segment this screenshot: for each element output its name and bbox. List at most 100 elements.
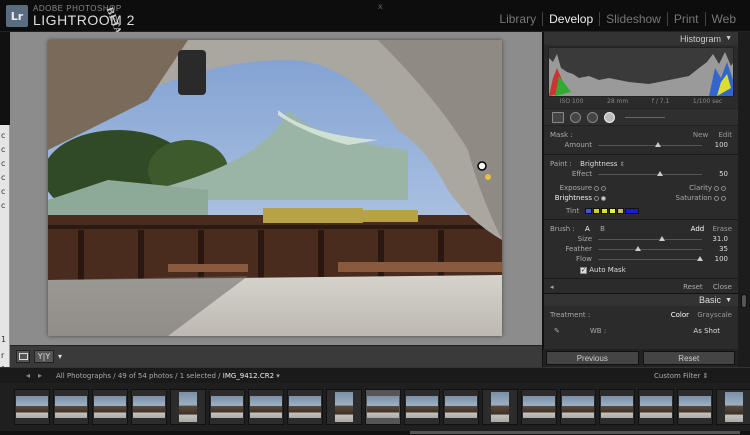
feather-slider[interactable] [598, 246, 702, 251]
crop-tool-icon[interactable] [552, 111, 564, 123]
saturation-minus-radio[interactable] [714, 195, 719, 201]
selected-filename: IMG_9412.CR2 [222, 372, 275, 380]
filmstrip-thumbnail[interactable] [716, 389, 750, 425]
filmstrip-thumbnail[interactable] [131, 389, 167, 425]
close-icon[interactable]: x [378, 2, 383, 11]
tint-swatch[interactable] [593, 208, 601, 214]
scrollbar-thumb[interactable] [741, 294, 747, 308]
panel-close-button[interactable]: Close [713, 283, 732, 291]
clarity-minus-radio[interactable] [714, 185, 719, 191]
tint-swatch[interactable] [601, 208, 609, 214]
photo-image [48, 40, 502, 336]
filter-select[interactable]: Custom Filter ⇕ [654, 372, 709, 380]
histogram-header[interactable]: Histogram ▼ [544, 32, 738, 45]
eyedropper-icon[interactable]: ✎ [554, 327, 560, 335]
photo-temple[interactable] [48, 40, 502, 336]
previous-button[interactable]: Previous [546, 351, 639, 365]
paint-mode-select[interactable]: Brightness [580, 160, 617, 168]
filmstrip-thumbnail[interactable] [482, 389, 518, 425]
source-path[interactable]: All Photographs / 49 of 54 photos / 1 se… [56, 372, 280, 380]
treatment-grayscale-button[interactable]: Grayscale [697, 311, 732, 319]
wb-select[interactable]: As Shot [693, 327, 720, 335]
main-image-view[interactable] [10, 32, 542, 345]
flow-value[interactable]: 100 [715, 255, 728, 263]
filmstrip-thumbnail[interactable] [677, 389, 713, 425]
amount-value[interactable]: 100 [715, 141, 728, 149]
paint-label: Paint : [550, 160, 572, 168]
brush-add-button[interactable]: Add [691, 225, 705, 233]
panel-scrollbar[interactable] [738, 32, 750, 367]
filmstrip-thumbnail[interactable] [248, 389, 284, 425]
reset-button[interactable]: Reset [642, 351, 735, 365]
amount-slider[interactable] [598, 142, 702, 147]
filmstrip-thumbnail[interactable] [638, 389, 674, 425]
filmstrip-thumbnail[interactable] [404, 389, 440, 425]
filmstrip-scroll-thumb[interactable] [410, 431, 740, 434]
tint-swatch[interactable] [609, 208, 617, 214]
filmstrip-thumbnail[interactable] [170, 389, 206, 425]
module-web[interactable]: Web [704, 12, 742, 26]
back-arrow-icon[interactable]: ◂ [26, 371, 30, 380]
filmstrip-thumbnail[interactable] [443, 389, 479, 425]
histogram-title: Histogram [680, 33, 722, 44]
compare-view-button[interactable]: Y|Y [34, 350, 54, 363]
module-develop[interactable]: Develop [542, 12, 599, 26]
amount-knob[interactable] [655, 142, 662, 147]
automask-checkbox[interactable]: ✓ [580, 266, 587, 274]
chevron-down-icon[interactable]: ▾ [56, 350, 64, 363]
spot-removal-icon[interactable] [570, 111, 581, 123]
filmstrip-thumbnail[interactable] [560, 389, 596, 425]
clarity-plus-radio[interactable] [721, 185, 726, 191]
saturation-plus-radio[interactable] [721, 195, 726, 201]
size-slider[interactable] [598, 236, 702, 241]
brush-a-button[interactable]: A [585, 225, 590, 233]
mask-new-button[interactable]: New [693, 131, 708, 139]
tint-swatch[interactable] [625, 208, 640, 214]
forward-arrow-icon[interactable]: ▸ [38, 371, 42, 380]
filmstrip-thumbnail[interactable] [53, 389, 89, 425]
module-print[interactable]: Print [666, 12, 705, 26]
feather-knob[interactable] [634, 246, 641, 251]
exposure-minus-radio[interactable] [594, 185, 599, 191]
brush-erase-button[interactable]: Erase [712, 225, 732, 233]
loupe-view-icon[interactable] [16, 350, 30, 363]
tint-swatch[interactable] [585, 208, 593, 214]
basic-header[interactable]: Basic ▼ [544, 293, 738, 306]
mask-edit-button[interactable]: Edit [718, 131, 732, 139]
adjustment-brush-icon[interactable] [604, 111, 615, 123]
treatment-color-button[interactable]: Color [671, 311, 689, 319]
tint-swatches[interactable] [581, 207, 640, 215]
updown-icon[interactable]: ⇕ [620, 161, 625, 168]
brush-b-button[interactable]: B [600, 225, 605, 233]
brightness-minus-radio[interactable] [594, 195, 599, 201]
panel-options-icon[interactable]: ◂ [550, 283, 554, 291]
module-slideshow[interactable]: Slideshow [599, 12, 667, 26]
filmstrip-thumbnail[interactable] [326, 389, 362, 425]
flow-slider[interactable] [598, 256, 703, 261]
filmstrip-scrollbar[interactable] [0, 431, 750, 435]
tint-swatch[interactable] [617, 208, 625, 214]
automask-label: Auto Mask [589, 266, 626, 274]
filmstrip-thumbnail[interactable] [599, 389, 635, 425]
brightness-plus-radio[interactable] [601, 195, 606, 201]
size-value[interactable]: 31.0 [712, 235, 728, 243]
exposure-plus-radio[interactable] [601, 185, 606, 191]
effect-slider[interactable] [598, 171, 702, 176]
filmstrip-thumbnail[interactable] [209, 389, 245, 425]
thumbnail-image [725, 392, 743, 422]
path-prefix: All Photographs / 49 of 54 photos / 1 se… [56, 372, 221, 380]
filmstrip-thumbnail[interactable] [521, 389, 557, 425]
filmstrip-thumbnail[interactable] [14, 389, 50, 425]
filmstrip-thumbnail[interactable] [92, 389, 128, 425]
module-library[interactable]: Library [493, 12, 542, 26]
panel-reset-button[interactable]: Reset [683, 283, 703, 291]
filmstrip-thumbnail[interactable] [365, 389, 401, 425]
effect-value[interactable]: 50 [719, 170, 728, 178]
feather-value[interactable]: 35 [719, 245, 728, 253]
thumbnail-image [55, 396, 87, 418]
flow-knob[interactable] [696, 256, 703, 261]
red-eye-icon[interactable] [587, 111, 598, 123]
effect-knob[interactable] [657, 171, 664, 176]
size-knob[interactable] [659, 236, 666, 241]
filmstrip-thumbnail[interactable] [287, 389, 323, 425]
